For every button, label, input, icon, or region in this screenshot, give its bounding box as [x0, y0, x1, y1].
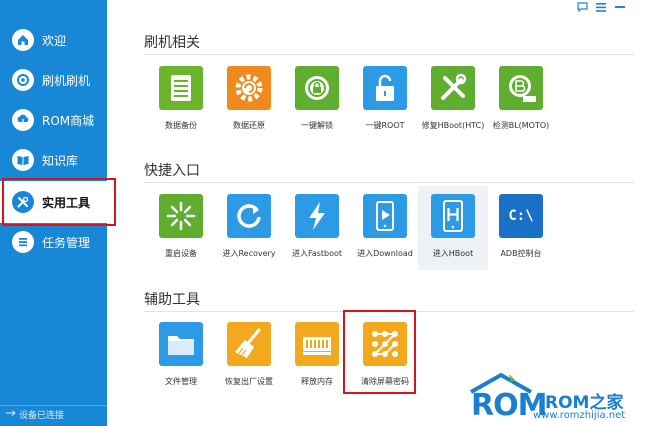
tile-label: ADB控制台	[500, 249, 542, 258]
tile-enter-recovery[interactable]: 进入Recovery	[214, 194, 284, 276]
folder-icon	[159, 322, 203, 366]
cloud-download-icon	[12, 109, 34, 131]
sidebar-item-label: 知识库	[42, 153, 79, 168]
section-title-shortcuts: 快捷入口	[144, 163, 200, 179]
sidebar-item-label: 任务管理	[42, 235, 91, 250]
burst-icon	[159, 194, 203, 238]
section-divider	[144, 54, 634, 55]
restore-gear-icon	[227, 66, 271, 110]
lightning-icon	[295, 194, 339, 238]
tile-free-memory[interactable]: 释放内存	[282, 322, 352, 404]
list-icon	[12, 231, 34, 253]
menu-icon	[596, 2, 606, 12]
tile-label: 一键解锁	[301, 121, 333, 130]
broom-icon	[227, 322, 271, 366]
minimize-icon	[615, 5, 625, 9]
sidebar-item-label: 实用工具	[42, 195, 91, 210]
sidebar-item-flash[interactable]: 刷机刷机	[0, 60, 107, 100]
pattern-lock-icon	[363, 322, 407, 366]
tile-label: 修复HBoot(HTC)	[421, 121, 485, 130]
tile-clear-screen-password[interactable]: 清除屏幕密码	[350, 322, 420, 404]
terminal-icon: C:\	[499, 194, 543, 238]
connection-status: 设备已连接	[6, 408, 64, 421]
tools-icon	[12, 191, 34, 213]
section-title-aux-tools: 辅助工具	[144, 292, 200, 308]
tile-reboot-device[interactable]: 重启设备	[146, 194, 216, 276]
tile-enter-download[interactable]: 进入Download	[350, 194, 420, 276]
watermark: ROM ROM之家 www.romzhijia.net	[467, 366, 647, 424]
tile-file-manager[interactable]: 文件管理	[146, 322, 216, 404]
tile-label: 文件管理	[165, 377, 197, 386]
sidebar-item-label: 刷机刷机	[42, 73, 91, 88]
sidebar-divider	[0, 405, 107, 406]
tile-enter-hboot[interactable]: 进入HBoot	[418, 186, 488, 270]
tile-one-click-unlock[interactable]: 一键解锁	[282, 66, 352, 148]
minimize-button[interactable]	[611, 0, 629, 14]
book-icon	[12, 149, 34, 171]
section-divider	[144, 311, 634, 312]
chat-bubble-icon	[576, 2, 588, 12]
tile-label: 恢复出厂设置	[225, 377, 273, 386]
tile-adb-console[interactable]: C:\ ADB控制台	[486, 194, 556, 276]
tile-data-restore[interactable]: 数据还原	[214, 66, 284, 148]
tile-data-backup[interactable]: 数据备份	[146, 66, 216, 148]
tile-label: 进入Fastboot	[291, 249, 343, 258]
section-divider	[144, 182, 634, 183]
tile-enter-fastboot[interactable]: 进入Fastboot	[282, 194, 352, 276]
memory-chip-icon	[295, 322, 339, 366]
home-icon	[12, 29, 34, 51]
sidebar-item-tasks[interactable]: 任务管理	[0, 222, 107, 262]
refresh-icon	[227, 194, 271, 238]
tile-label: 进入Download	[357, 249, 413, 258]
tile-label: 进入Recovery	[222, 249, 276, 258]
watermark-url: www.romzhijia.net	[533, 410, 626, 421]
sidebar-item-knowledge[interactable]: 知识库	[0, 140, 107, 180]
unlock-disc-icon	[295, 66, 339, 110]
sidebar-item-rom-store[interactable]: ROM商城	[0, 100, 107, 140]
sidebar-item-label: 欢迎	[42, 33, 67, 48]
wrench-tools-icon	[431, 66, 475, 110]
phone-play-icon	[363, 194, 407, 238]
feedback-button[interactable]	[573, 0, 591, 14]
tile-label: 检测BL(MOTO)	[492, 121, 550, 130]
bl-check-icon	[499, 66, 543, 110]
flash-icon	[12, 69, 34, 91]
connection-status-label: 设备已连接	[19, 411, 65, 421]
section-title-flash: 刷机相关	[144, 35, 200, 51]
tile-check-bl[interactable]: 检测BL(MOTO)	[486, 66, 556, 148]
tile-label: 数据备份	[165, 121, 197, 130]
sidebar: 欢迎 刷机刷机 ROM商城 知识库 实用工具 任务管理 设备已连接	[0, 0, 107, 426]
tile-label: 数据还原	[233, 121, 265, 130]
terminal-icon-text: C:\	[508, 208, 534, 224]
phone-h-icon	[431, 194, 475, 238]
tile-label: 进入HBoot	[432, 249, 474, 258]
tile-factory-reset[interactable]: 恢复出厂设置	[214, 322, 284, 404]
sidebar-item-label: ROM商城	[42, 113, 95, 128]
tile-label: 重启设备	[165, 249, 197, 258]
tile-repair-hboot[interactable]: 修复HBoot(HTC)	[418, 66, 488, 148]
backup-icon	[159, 66, 203, 110]
tile-label: 清除屏幕密码	[361, 377, 409, 386]
sidebar-item-tools[interactable]: 实用工具	[0, 181, 107, 223]
usb-icon	[6, 409, 16, 420]
sidebar-item-welcome[interactable]: 欢迎	[0, 20, 107, 60]
tile-label: 释放内存	[301, 377, 333, 386]
tile-label: 一键ROOT	[365, 121, 405, 130]
tile-one-click-root[interactable]: 一键ROOT	[350, 66, 420, 148]
padlock-icon	[363, 66, 407, 110]
menu-button[interactable]	[592, 0, 610, 14]
